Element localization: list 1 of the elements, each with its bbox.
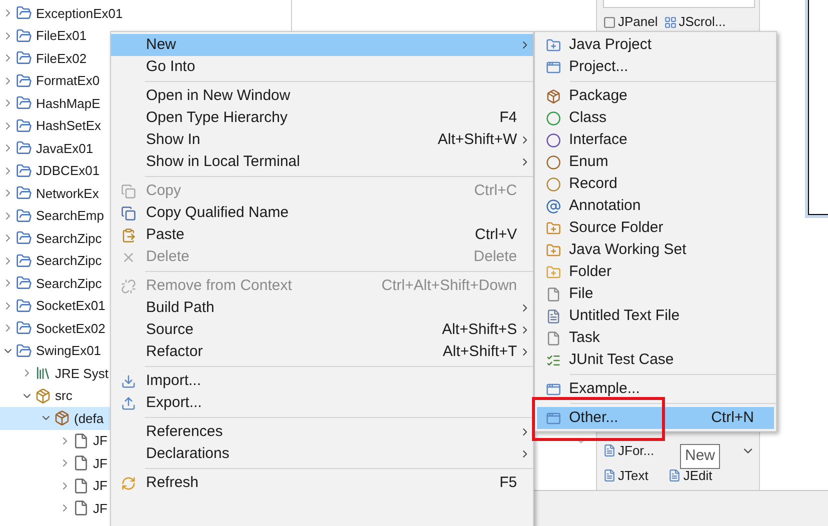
tooltip: New	[680, 444, 720, 469]
